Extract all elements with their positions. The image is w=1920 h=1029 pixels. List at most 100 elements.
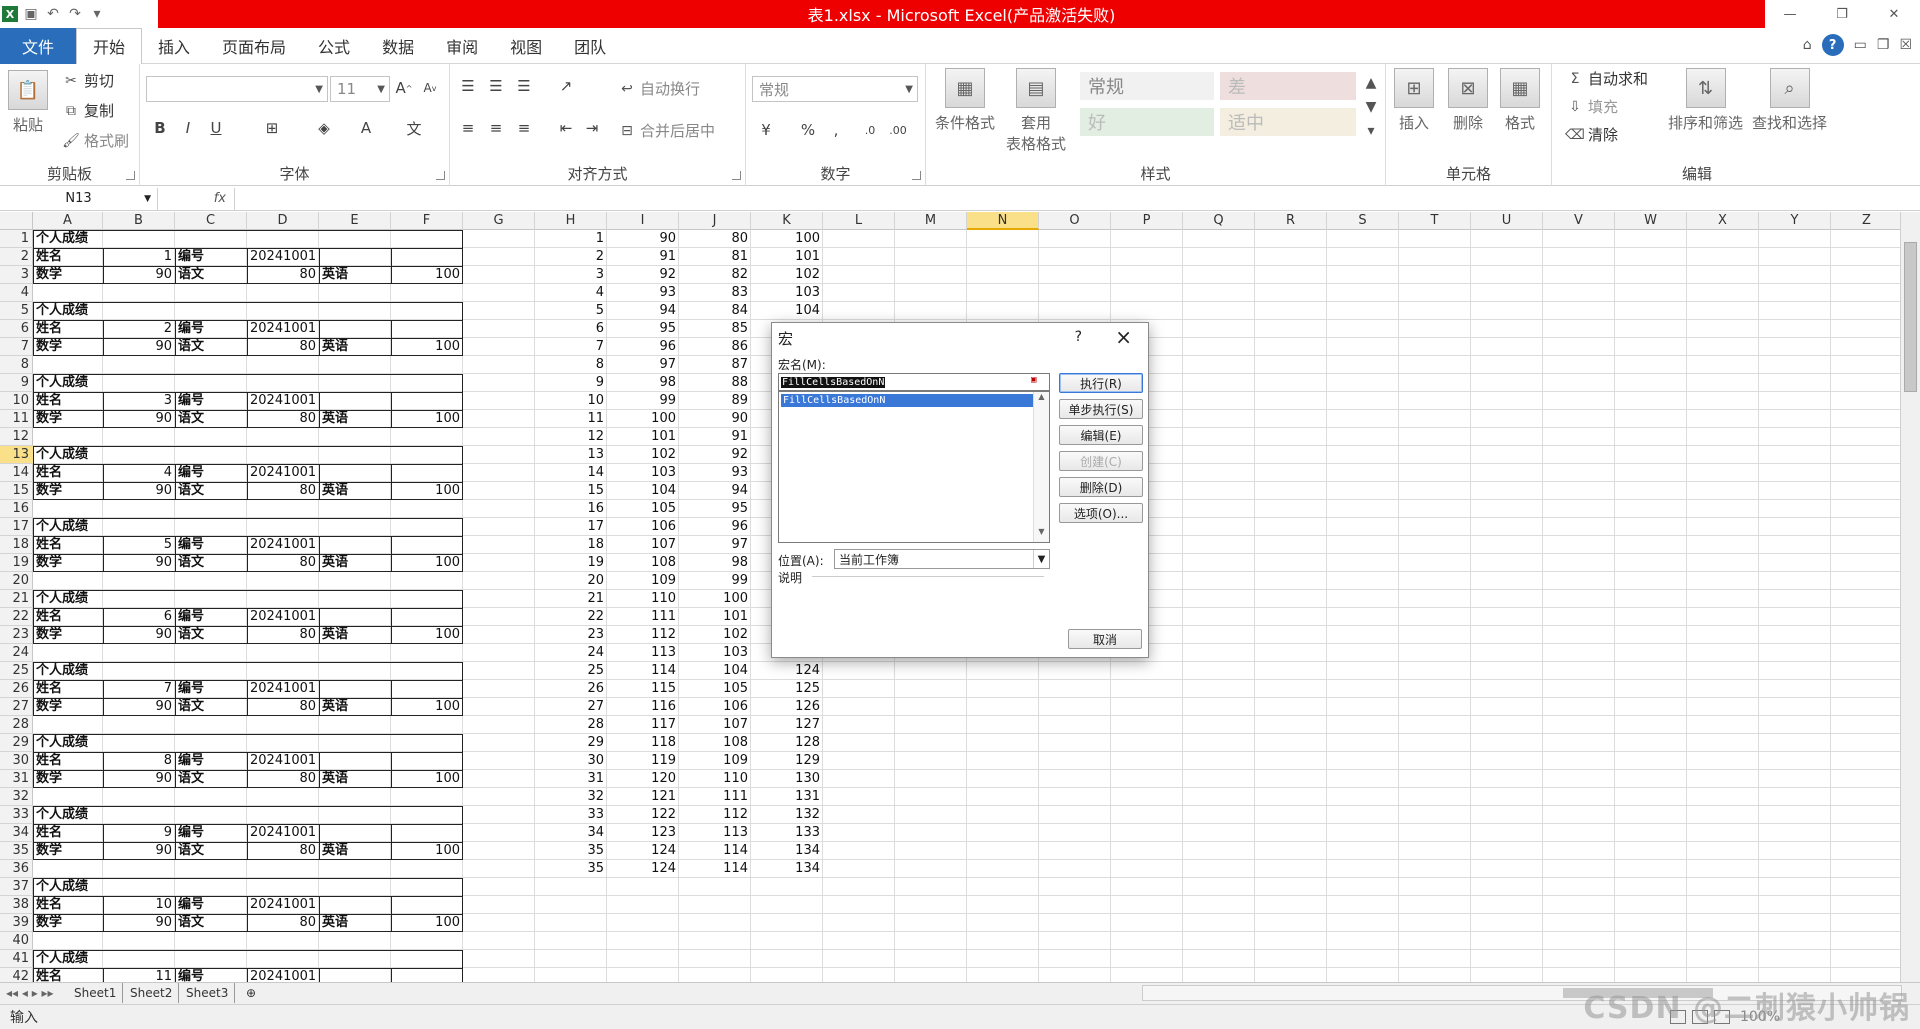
cell-H9[interactable]: 9 bbox=[535, 374, 607, 392]
cell-E31[interactable]: 英语 bbox=[319, 770, 391, 788]
cell-H26[interactable]: 26 bbox=[535, 680, 607, 698]
macro-name-input[interactable]: FillCellsBasedOnN ▣ bbox=[778, 373, 1050, 391]
cell-C15[interactable]: 语文 bbox=[175, 482, 247, 500]
column-header-U[interactable]: U bbox=[1471, 212, 1543, 230]
row-header-28[interactable]: 28 bbox=[0, 716, 33, 734]
cell-D22[interactable]: 20241001 bbox=[247, 608, 319, 626]
cell-H15[interactable]: 15 bbox=[535, 482, 607, 500]
cell-B35[interactable]: 90 bbox=[103, 842, 175, 860]
vertical-scrollbar[interactable] bbox=[1900, 212, 1920, 982]
restore-icon[interactable]: ❐ bbox=[1816, 0, 1868, 28]
copy-button[interactable]: ⧉ 复制 bbox=[62, 100, 114, 121]
cell-K35[interactable]: 134 bbox=[751, 842, 823, 860]
style-normal[interactable]: 常规 bbox=[1080, 72, 1214, 100]
cell-A42[interactable]: 姓名 bbox=[33, 968, 103, 982]
cell-J25[interactable]: 104 bbox=[679, 662, 751, 680]
align-top-icon[interactable]: ☰ bbox=[456, 74, 480, 98]
wrap-text-button[interactable]: ↩ 自动换行 bbox=[618, 78, 700, 99]
cell-H29[interactable]: 29 bbox=[535, 734, 607, 752]
cell-J13[interactable]: 92 bbox=[679, 446, 751, 464]
cell-I32[interactable]: 121 bbox=[607, 788, 679, 806]
cell-B30[interactable]: 8 bbox=[103, 752, 175, 770]
row-header-9[interactable]: 9 bbox=[0, 374, 33, 392]
cell-H11[interactable]: 11 bbox=[535, 410, 607, 428]
cell-I20[interactable]: 109 bbox=[607, 572, 679, 590]
row-header-8[interactable]: 8 bbox=[0, 356, 33, 374]
comma-button[interactable]: , bbox=[824, 118, 848, 142]
cell-A22[interactable]: 姓名 bbox=[33, 608, 103, 626]
tab-formulas[interactable]: 公式 bbox=[302, 28, 366, 64]
cell-B14[interactable]: 4 bbox=[103, 464, 175, 482]
cell-H6[interactable]: 6 bbox=[535, 320, 607, 338]
cell-I12[interactable]: 101 bbox=[607, 428, 679, 446]
excel-app-icon[interactable]: X bbox=[2, 6, 18, 22]
bold-button[interactable]: B bbox=[148, 116, 172, 140]
cell-I35[interactable]: 124 bbox=[607, 842, 679, 860]
cell-D34[interactable]: 20241001 bbox=[247, 824, 319, 842]
cell-H34[interactable]: 34 bbox=[535, 824, 607, 842]
cell-E7[interactable]: 英语 bbox=[319, 338, 391, 356]
cell-C38[interactable]: 编号 bbox=[175, 896, 247, 914]
row-header-25[interactable]: 25 bbox=[0, 662, 33, 680]
cell-I34[interactable]: 123 bbox=[607, 824, 679, 842]
cell-D35[interactable]: 80 bbox=[247, 842, 319, 860]
cell-H5[interactable]: 5 bbox=[535, 302, 607, 320]
cell-I25[interactable]: 114 bbox=[607, 662, 679, 680]
cell-J6[interactable]: 85 bbox=[679, 320, 751, 338]
cell-B42[interactable]: 11 bbox=[103, 968, 175, 982]
cell-A34[interactable]: 姓名 bbox=[33, 824, 103, 842]
column-header-W[interactable]: W bbox=[1615, 212, 1687, 230]
ref-select-icon[interactable]: ▣ bbox=[1031, 375, 1047, 389]
cell-A5[interactable]: 个人成绩 bbox=[33, 302, 103, 320]
cell-C3[interactable]: 语文 bbox=[175, 266, 247, 284]
cell-C14[interactable]: 编号 bbox=[175, 464, 247, 482]
cell-I16[interactable]: 105 bbox=[607, 500, 679, 518]
cell-J27[interactable]: 106 bbox=[679, 698, 751, 716]
cell-J2[interactable]: 81 bbox=[679, 248, 751, 266]
row-header-24[interactable]: 24 bbox=[0, 644, 33, 662]
cell-K5[interactable]: 104 bbox=[751, 302, 823, 320]
style-bad[interactable]: 差 bbox=[1220, 72, 1356, 100]
cell-I21[interactable]: 110 bbox=[607, 590, 679, 608]
cell-C23[interactable]: 语文 bbox=[175, 626, 247, 644]
row-header-26[interactable]: 26 bbox=[0, 680, 33, 698]
cell-E35[interactable]: 英语 bbox=[319, 842, 391, 860]
cell-H19[interactable]: 19 bbox=[535, 554, 607, 572]
cell-B10[interactable]: 3 bbox=[103, 392, 175, 410]
cell-A6[interactable]: 姓名 bbox=[33, 320, 103, 338]
column-header-T[interactable]: T bbox=[1399, 212, 1471, 230]
format-painter-button[interactable]: 🖌 格式刷 bbox=[62, 130, 129, 151]
row-header-37[interactable]: 37 bbox=[0, 878, 33, 896]
cell-I3[interactable]: 92 bbox=[607, 266, 679, 284]
name-box[interactable]: N13 ▼ bbox=[0, 187, 158, 210]
cell-I9[interactable]: 98 bbox=[607, 374, 679, 392]
fill-color-icon[interactable]: ◈ bbox=[312, 116, 336, 140]
column-header-K[interactable]: K bbox=[751, 212, 823, 230]
cell-A33[interactable]: 个人成绩 bbox=[33, 806, 103, 824]
fill-button[interactable]: ⇩ 填充 bbox=[1566, 96, 1618, 117]
cell-A10[interactable]: 姓名 bbox=[33, 392, 103, 410]
step-into-button[interactable]: 单步执行(S) bbox=[1059, 399, 1143, 419]
cell-I11[interactable]: 100 bbox=[607, 410, 679, 428]
row-header-39[interactable]: 39 bbox=[0, 914, 33, 932]
row-header-18[interactable]: 18 bbox=[0, 536, 33, 554]
cell-A21[interactable]: 个人成绩 bbox=[33, 590, 103, 608]
cell-E23[interactable]: 英语 bbox=[319, 626, 391, 644]
row-header-20[interactable]: 20 bbox=[0, 572, 33, 590]
underline-button[interactable]: U bbox=[204, 116, 228, 140]
cell-I23[interactable]: 112 bbox=[607, 626, 679, 644]
row-header-29[interactable]: 29 bbox=[0, 734, 33, 752]
cell-J21[interactable]: 100 bbox=[679, 590, 751, 608]
cell-K3[interactable]: 102 bbox=[751, 266, 823, 284]
customize-qat-icon[interactable]: ▾ bbox=[88, 5, 106, 23]
align-right-icon[interactable]: ≡ bbox=[512, 116, 536, 140]
cell-I30[interactable]: 119 bbox=[607, 752, 679, 770]
tab-view[interactable]: 视图 bbox=[494, 28, 558, 64]
column-header-M[interactable]: M bbox=[895, 212, 967, 230]
sheet-nav-icon[interactable]: ◂◂ ◂ ▸ ▸▸ bbox=[0, 983, 60, 1003]
style-neutral[interactable]: 适中 bbox=[1220, 108, 1356, 136]
vertical-scroll-thumb[interactable] bbox=[1904, 242, 1917, 392]
border-icon[interactable]: ⊞ bbox=[260, 116, 284, 140]
row-header-21[interactable]: 21 bbox=[0, 590, 33, 608]
cell-A27[interactable]: 数学 bbox=[33, 698, 103, 716]
